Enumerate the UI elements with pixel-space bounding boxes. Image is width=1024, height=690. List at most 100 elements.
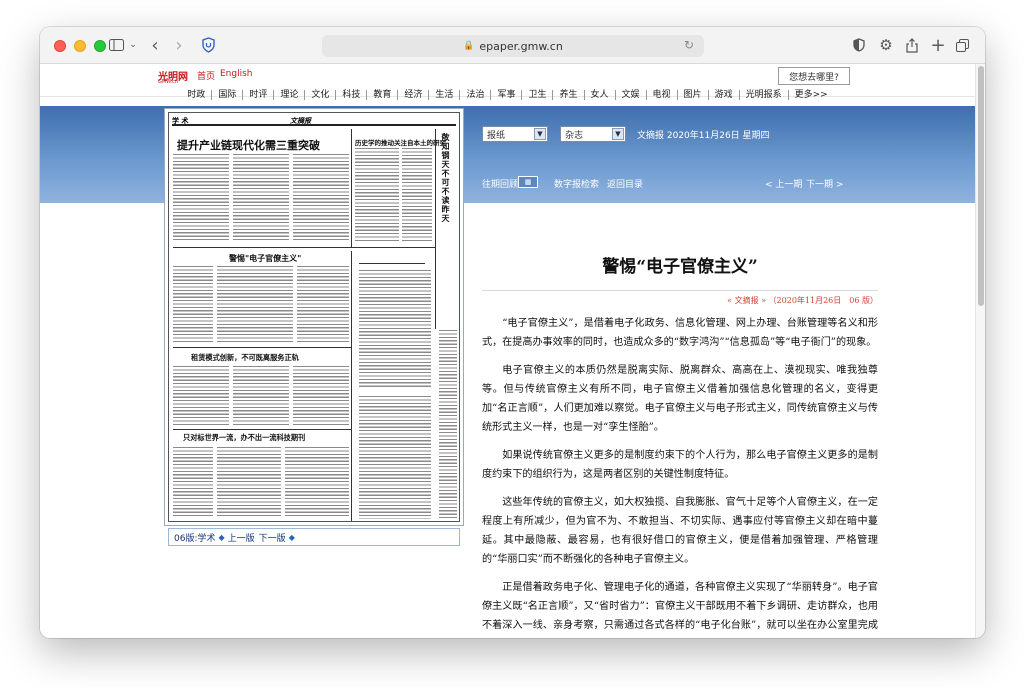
paper-name: 文摘报 bbox=[290, 116, 311, 125]
prev-issue-link[interactable]: < 上一期 bbox=[765, 177, 802, 190]
text-column bbox=[297, 265, 349, 343]
text-column bbox=[402, 147, 432, 243]
nav-item[interactable]: 时评 bbox=[242, 90, 273, 100]
article-paragraph: 正是借着政务电子化、管理电子化的通道，各种官僚主义实现了“华丽转身”。电子官僚主… bbox=[482, 582, 878, 631]
reload-icon[interactable]: ↻ bbox=[684, 38, 694, 52]
column-rule bbox=[351, 129, 352, 247]
nav-item[interactable]: 军事 bbox=[490, 90, 521, 100]
article-meta: « 文摘报 » （2020年11月26日 06 版） bbox=[727, 296, 878, 305]
column-rule bbox=[351, 251, 352, 521]
paper-headline-mid[interactable]: 警惕"电子官僚主义" bbox=[229, 253, 301, 264]
paper-headline-side[interactable]: 历史学的推动关注自本土的研究 bbox=[355, 137, 446, 147]
magazine-select[interactable]: 杂志 ▼ bbox=[560, 126, 626, 142]
section-rule bbox=[173, 429, 351, 430]
share-icon[interactable] bbox=[904, 35, 920, 55]
nav-item[interactable]: 理论 bbox=[273, 90, 304, 100]
nav-item[interactable]: 养生 bbox=[552, 90, 583, 100]
text-column bbox=[233, 153, 289, 241]
section-rule bbox=[173, 347, 351, 348]
nav-item[interactable]: 光明报系 bbox=[738, 90, 788, 100]
paper-header: 学 术 文摘报 bbox=[172, 116, 456, 126]
web-page: 光明网 GMW.cn 首页 English 您想去哪里? 时政 国际 时评 理论… bbox=[40, 64, 975, 638]
chevron-down-icon: ▼ bbox=[612, 128, 624, 140]
nav-item[interactable]: 女人 bbox=[583, 90, 615, 100]
browser-window: ⌄ ‹ › 🔒 epaper.gmw.cn ↻ ⚙ + 光明网 GMW.cn 首… bbox=[40, 27, 985, 638]
paper-headline-low[interactable]: 租赁模式创新，不可既离服务正轨 bbox=[191, 353, 299, 363]
browser-titlebar: ⌄ ‹ › 🔒 epaper.gmw.cn ↻ ⚙ + bbox=[40, 27, 985, 64]
nav-item[interactable]: 更多>> bbox=[787, 90, 834, 100]
article-paragraph: “电子官僚主义”，是借着电子化政务、信息化管理、网上办理、台账管理等名义和形式，… bbox=[482, 318, 878, 348]
issue-date: 文摘报 2020年11月26日 星期四 bbox=[637, 131, 770, 141]
nav-item[interactable]: 文娱 bbox=[614, 90, 646, 100]
page-selector-bar: 06版:学术 ◆ 上一版 下一版 ◆ bbox=[168, 528, 460, 546]
chevron-down-icon: ▼ bbox=[534, 128, 546, 140]
text-column bbox=[173, 446, 213, 518]
prev-page-link[interactable]: 上一版 bbox=[228, 531, 255, 544]
text-column bbox=[293, 365, 349, 425]
diamond-icon: ◆ bbox=[218, 532, 225, 542]
current-page-label[interactable]: 06版:学术 bbox=[174, 531, 216, 544]
nav-item[interactable]: 游戏 bbox=[707, 90, 739, 100]
section-rule bbox=[173, 247, 435, 248]
nav-item[interactable]: 图片 bbox=[676, 90, 708, 100]
forward-arrow-icon[interactable]: › bbox=[172, 35, 186, 56]
minimize-window-button[interactable] bbox=[74, 40, 86, 52]
site-search-input[interactable]: 您想去哪里? bbox=[778, 67, 850, 85]
home-link[interactable]: 首页 bbox=[197, 69, 215, 82]
channel-nav: 时政 国际 时评 理论 文化 科技 教育 经济 生活 法治 军事 卫生 养生 女… bbox=[40, 86, 975, 104]
nav-item[interactable]: 时政 bbox=[181, 90, 211, 100]
article-divider bbox=[482, 290, 878, 291]
shield-half-icon[interactable] bbox=[852, 35, 866, 55]
paper-select[interactable]: 报纸 ▼ bbox=[482, 126, 548, 142]
article-paragraph: 电子官僚主义的本质仍然是脱离实际、脱离群众、高高在上、漠视现实、唯我独尊等。但与… bbox=[482, 365, 878, 433]
text-column bbox=[439, 329, 457, 519]
paper-headline-bottom[interactable]: 只对标世界一流，办不出一流科技期刊 bbox=[183, 433, 305, 443]
nav-item[interactable]: 科技 bbox=[335, 90, 366, 100]
text-column bbox=[173, 153, 229, 241]
paper-vertical-title[interactable]: 敬知钢天不可不读昨天 bbox=[441, 133, 452, 223]
paper-select-value: 报纸 bbox=[487, 130, 506, 141]
zoom-window-button[interactable] bbox=[94, 40, 106, 52]
back-arrow-icon[interactable]: ‹ bbox=[148, 35, 162, 56]
diamond-icon: ◆ bbox=[288, 532, 295, 542]
paper-column-name: 学 术 bbox=[172, 116, 189, 125]
nav-item[interactable]: 电视 bbox=[645, 90, 677, 100]
tab-overview-icon[interactable] bbox=[954, 35, 970, 55]
nav-item[interactable]: 卫生 bbox=[521, 90, 552, 100]
chevron-down-icon[interactable]: ⌄ bbox=[128, 35, 138, 55]
paper-headline-main[interactable]: 提升产业链现代化需三重突破 bbox=[177, 137, 320, 153]
privacy-shield-icon[interactable] bbox=[199, 35, 217, 55]
next-page-link[interactable]: 下一版 bbox=[259, 531, 286, 544]
column-rule bbox=[435, 129, 436, 329]
nav-item[interactable]: 经济 bbox=[397, 90, 428, 100]
box-rule bbox=[359, 263, 425, 264]
new-tab-plus-icon[interactable]: + bbox=[930, 35, 946, 56]
archive-link[interactable]: 往期回顾 bbox=[482, 177, 518, 190]
article-body: “电子官僚主义”，是借着电子化政务、信息化管理、网上办理、台账管理等名义和形式，… bbox=[482, 314, 878, 638]
newspaper-page-image[interactable]: 学 术 文摘报 提升产业链现代化需三重突破 历史学的推动关注自本土的研究 敬知钢… bbox=[168, 112, 460, 522]
sidebar-toggle-icon[interactable] bbox=[108, 35, 124, 55]
address-bar[interactable]: 🔒 epaper.gmw.cn ↻ bbox=[322, 35, 704, 57]
calendar-icon[interactable]: ▦ bbox=[518, 176, 538, 188]
nav-item[interactable]: 生活 bbox=[428, 90, 459, 100]
digital-search-link[interactable]: 数字报检索 bbox=[554, 177, 599, 190]
gear-icon[interactable]: ⚙ bbox=[878, 35, 894, 55]
text-column bbox=[217, 265, 293, 343]
url-text: epaper.gmw.cn bbox=[479, 39, 563, 53]
nav-item[interactable]: 教育 bbox=[366, 90, 397, 100]
text-column bbox=[285, 446, 349, 518]
close-window-button[interactable] bbox=[54, 40, 66, 52]
text-column bbox=[173, 265, 213, 343]
nav-item[interactable]: 法治 bbox=[459, 90, 490, 100]
lock-icon: 🔒 bbox=[463, 41, 475, 51]
text-column bbox=[293, 153, 349, 241]
return-index-link[interactable]: 返回目录 bbox=[607, 177, 643, 190]
scrollbar-thumb[interactable] bbox=[978, 66, 984, 306]
magazine-select-value: 杂志 bbox=[565, 130, 584, 141]
next-issue-link[interactable]: 下一期 > bbox=[806, 177, 843, 190]
nav-item[interactable]: 文化 bbox=[304, 90, 335, 100]
article-paragraph: 这些年传统的官僚主义，如大权独揽、自我膨胀、官气十足等个人官僚主义，在一定程度上… bbox=[482, 497, 878, 565]
page-scrollbar[interactable] bbox=[975, 64, 985, 638]
nav-item[interactable]: 国际 bbox=[211, 90, 242, 100]
english-link[interactable]: English bbox=[220, 69, 253, 79]
